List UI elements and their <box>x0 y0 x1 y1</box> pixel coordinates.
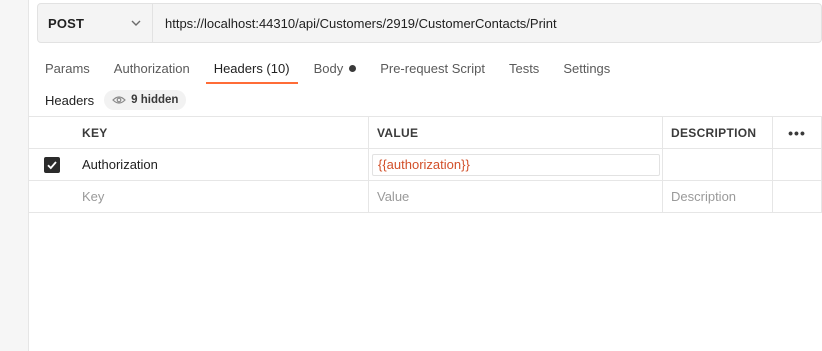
tab-label: Body <box>313 60 344 76</box>
value-cell[interactable]: {{authorization}} <box>369 149 663 180</box>
value-placeholder: Value <box>377 189 410 204</box>
table-row: Authorization {{authorization}} <box>29 149 822 181</box>
row-enabled-checkbox[interactable] <box>43 156 60 173</box>
new-description-input[interactable]: Description <box>663 181 773 212</box>
hidden-headers-toggle[interactable]: 9 hidden <box>104 90 187 110</box>
headers-subheader: Headers 9 hidden <box>45 89 187 111</box>
tab-label: Pre-request Script <box>380 60 485 76</box>
row-enabled-cell <box>29 149 74 180</box>
body-modified-dot-icon <box>349 64 357 72</box>
key-cell[interactable]: Authorization <box>74 149 369 180</box>
tab-label: Tests <box>508 60 540 76</box>
table-header-row: KEY VALUE DESCRIPTION ••• <box>29 117 822 149</box>
headers-section-title: Headers <box>45 92 95 108</box>
tab-authorization[interactable]: Authorization <box>106 52 198 84</box>
more-dots-icon: ••• <box>788 124 806 141</box>
description-cell[interactable] <box>663 149 773 180</box>
hidden-count-label: 9 hidden <box>131 94 179 106</box>
url-input[interactable]: https://localhost:44310/api/Customers/29… <box>153 4 821 42</box>
tab-params[interactable]: Params <box>37 52 98 84</box>
tab-body[interactable]: Body <box>306 52 365 84</box>
checkmark-icon <box>46 160 57 169</box>
value-input[interactable]: {{authorization}} <box>372 153 660 176</box>
tab-label: Settings <box>563 60 611 76</box>
method-label: POST <box>48 15 85 31</box>
chevron-down-icon <box>130 17 142 29</box>
tab-tests[interactable]: Tests <box>501 52 547 84</box>
tab-label: Authorization <box>113 60 190 76</box>
new-value-input[interactable]: Value <box>369 181 663 212</box>
description-column-header: DESCRIPTION <box>663 117 773 148</box>
tab-headers[interactable]: Headers (10) <box>205 52 298 84</box>
method-select[interactable]: POST <box>38 4 153 42</box>
eye-icon <box>112 95 126 105</box>
more-options-button[interactable]: ••• <box>773 117 822 148</box>
value-column-header: VALUE <box>369 117 663 148</box>
table-row-new: Key Value Description <box>29 181 822 213</box>
key-column-header: KEY <box>74 117 369 148</box>
tab-label: Headers (10) <box>213 60 290 76</box>
key-placeholder: Key <box>82 189 105 204</box>
left-sidebar-gutter <box>0 0 29 351</box>
tab-pre-request-script[interactable]: Pre-request Script <box>372 52 493 84</box>
headers-table: KEY VALUE DESCRIPTION ••• Authorization … <box>29 116 822 213</box>
checkbox-column-header <box>29 117 74 148</box>
request-url-bar: POST https://localhost:44310/api/Custome… <box>37 3 822 43</box>
tab-label: Params <box>45 60 90 76</box>
new-key-input[interactable]: Key <box>74 181 369 212</box>
description-placeholder: Description <box>671 189 737 204</box>
request-tabs: Params Authorization Headers (10) Body P… <box>37 52 626 84</box>
row-actions-cell <box>773 181 822 212</box>
row-actions-cell <box>773 149 822 180</box>
tab-settings[interactable]: Settings <box>555 52 618 84</box>
key-value: Authorization <box>82 157 158 172</box>
row-enabled-cell <box>29 181 74 212</box>
